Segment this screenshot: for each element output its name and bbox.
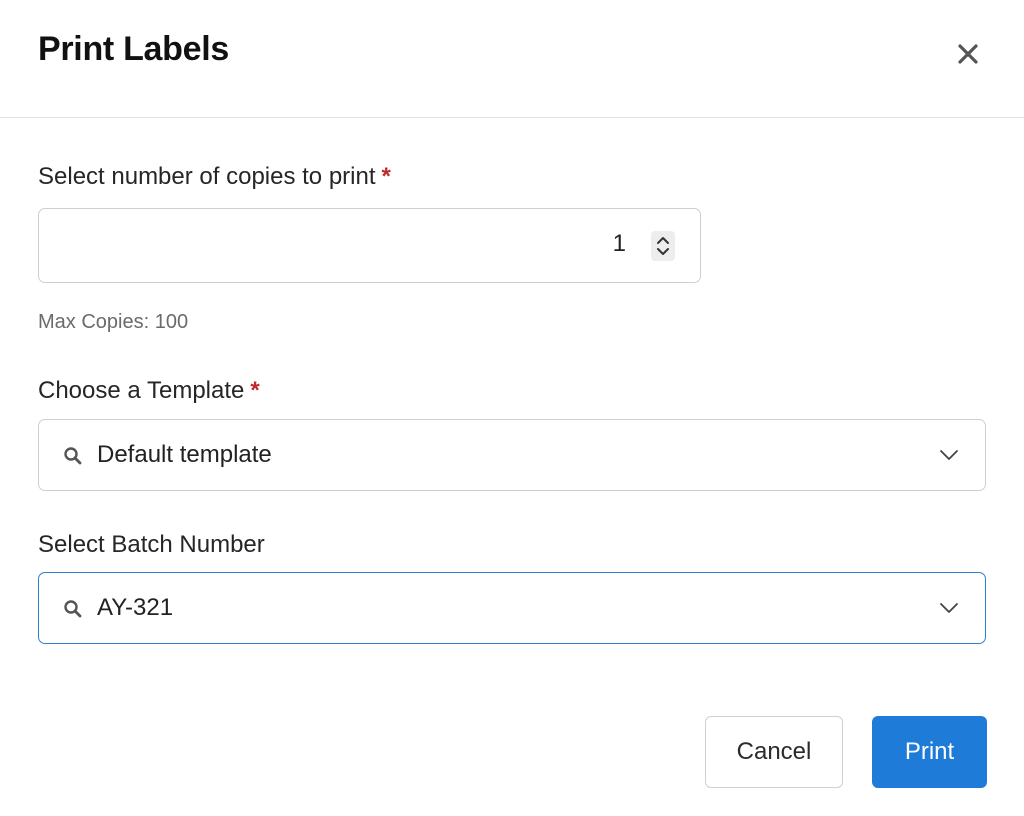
copies-number-input[interactable]: 1 xyxy=(38,208,701,283)
search-icon xyxy=(64,447,82,465)
print-button[interactable]: Print xyxy=(872,716,987,788)
required-marker: * xyxy=(381,163,391,190)
print-labels-dialog: Print Labels Select number of copies to … xyxy=(0,0,1024,816)
batch-number-select[interactable]: AY-321 xyxy=(38,572,986,644)
template-label-text: Choose a Template xyxy=(38,377,245,404)
close-button[interactable] xyxy=(950,36,986,72)
copies-label: Select number of copies to print * xyxy=(38,163,391,191)
chevron-down-icon xyxy=(940,603,958,613)
template-select[interactable]: Default template xyxy=(38,419,986,491)
batch-selected-value: AY-321 xyxy=(97,594,174,621)
max-copies-hint: Max Copies: 100 xyxy=(38,311,189,333)
template-label: Choose a Template * xyxy=(38,377,260,405)
required-marker: * xyxy=(250,377,260,404)
batch-label-text: Select Batch Number xyxy=(38,531,265,558)
batch-label: Select Batch Number xyxy=(38,531,265,559)
template-selected-value: Default template xyxy=(97,441,272,468)
chevron-down-icon xyxy=(940,450,958,460)
close-icon xyxy=(958,44,978,64)
stepper-icon xyxy=(657,237,669,255)
dialog-title: Print Labels xyxy=(38,30,230,68)
copies-value: 1 xyxy=(612,230,626,257)
cancel-button[interactable]: Cancel xyxy=(705,716,843,788)
copies-label-text: Select number of copies to print xyxy=(38,163,376,190)
dialog-header: Print Labels xyxy=(0,0,1024,118)
copies-stepper[interactable] xyxy=(651,231,675,261)
search-icon xyxy=(64,600,82,618)
